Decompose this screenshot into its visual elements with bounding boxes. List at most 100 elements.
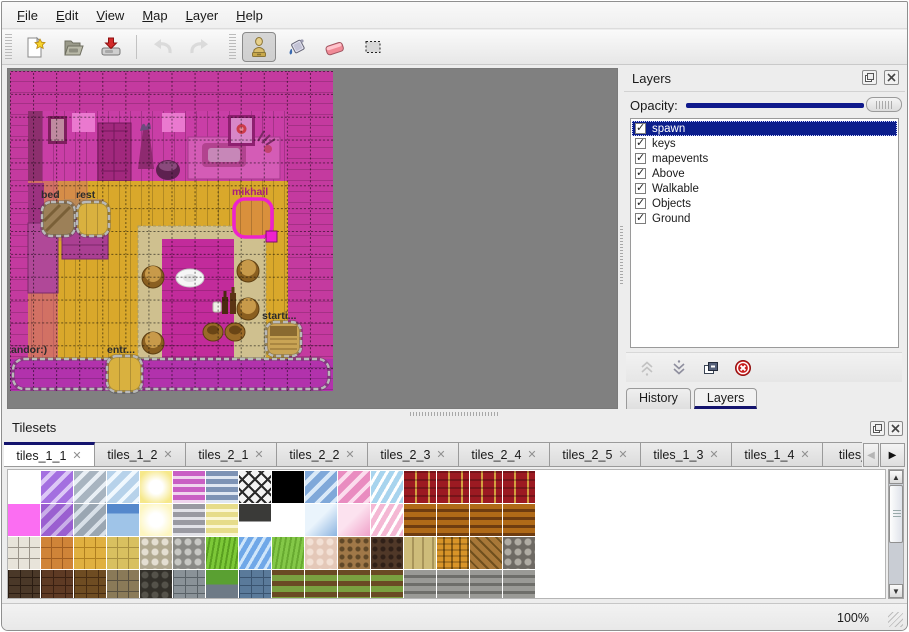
tileset-tile[interactable] [305,570,337,599]
tileset-tab[interactable]: tiles_1_ ✕ [823,442,862,467]
tileset-tile[interactable] [404,537,436,569]
tileset-tile[interactable] [272,570,304,599]
layer-visibility-checkbox[interactable]: ✓ [635,213,646,224]
bucket-fill-button[interactable] [280,32,314,62]
tileset-tab[interactable]: tiles_1_1 ✕ [4,442,95,467]
tileset-tile[interactable] [206,504,238,536]
tileset-tab[interactable]: tiles_2_4 ✕ [459,442,550,467]
save-map-button[interactable] [94,32,128,62]
object-resize-handle[interactable] [266,231,277,242]
tileset-tile[interactable] [206,570,238,599]
tileset-tile[interactable] [8,570,40,599]
layer-row[interactable]: ✓ Above [632,166,897,181]
tab-scroll-right-icon[interactable]: ▶ [880,443,905,467]
map-object-bed[interactable] [42,202,75,236]
map-object-starti[interactable] [266,322,301,356]
tileset-tile[interactable] [8,504,40,536]
map-viewport[interactable]: bed rest mikhail starti... entr... andor… [7,68,618,409]
tileset-tile[interactable] [437,504,469,536]
horizontal-splitter[interactable] [2,410,908,416]
tileset-tile[interactable] [107,570,139,599]
tileset-tile[interactable] [140,537,172,569]
tileset-tile[interactable] [41,471,73,503]
toolbar-grip-2[interactable] [229,34,236,60]
tileset-tile[interactable] [470,537,502,569]
eraser-button[interactable] [318,32,352,62]
tab-close-icon[interactable]: ✕ [800,448,809,461]
tileset-tile[interactable] [173,471,205,503]
new-map-button[interactable] [18,32,52,62]
tileset-tile[interactable] [206,537,238,569]
tileset-tile[interactable] [404,471,436,503]
duplicate-layer-button[interactable] [696,355,726,381]
tileset-tile[interactable] [470,504,502,536]
tileset-tile[interactable] [239,471,271,503]
tileset-tile[interactable] [74,471,106,503]
tileset-tile[interactable] [437,471,469,503]
tileset-tile[interactable] [338,471,370,503]
tab-close-icon[interactable]: ✕ [436,448,445,461]
tileset-tile[interactable] [8,537,40,569]
map-object-mikhail-selected[interactable] [234,199,277,242]
tileset-tab[interactable]: tiles_1_2 ✕ [95,442,186,467]
tileset-tile[interactable] [107,537,139,569]
tileset-tile[interactable] [437,570,469,599]
layer-visibility-checkbox[interactable]: ✓ [635,198,646,209]
tab-close-icon[interactable]: ✕ [527,448,536,461]
tileset-tile[interactable] [404,570,436,599]
tileset-tile[interactable] [305,471,337,503]
layer-row[interactable]: ✓ Objects [632,196,897,211]
tileset-tab[interactable]: tiles_2_3 ✕ [368,442,459,467]
tileset-tile[interactable] [371,570,403,599]
tileset-tile[interactable] [173,570,205,599]
window-resize-grip[interactable] [888,612,903,627]
tab-close-icon[interactable]: ✕ [709,448,718,461]
layer-row[interactable]: ✓ Ground [632,211,897,226]
map-object-entr[interactable] [107,356,142,392]
tileset-tile[interactable] [338,570,370,599]
tab-history[interactable]: History [626,388,691,409]
tileset-tile[interactable] [8,471,40,503]
tab-close-icon[interactable]: ✕ [72,449,81,462]
tileset-tile[interactable] [140,570,172,599]
layer-row[interactable]: ✓ keys [632,136,897,151]
opacity-slider-handle[interactable] [866,97,902,112]
delete-layer-button[interactable] [728,355,758,381]
scroll-down-icon[interactable]: ▼ [889,584,903,598]
menu-layer[interactable]: Layer [177,4,228,27]
tileset-tile[interactable] [338,504,370,536]
tab-layers[interactable]: Layers [694,388,758,409]
tileset-tile[interactable] [272,504,304,536]
tab-scroll-left-icon[interactable]: ◀ [863,443,879,467]
tileset-tile[interactable] [272,537,304,569]
stamp-brush-button[interactable] [242,32,276,62]
tileset-tile[interactable] [74,537,106,569]
tileset-tile[interactable] [470,570,502,599]
map-canvas[interactable]: bed rest mikhail starti... entr... andor… [8,69,617,408]
tileset-scrollbar[interactable]: ▲ ▼ [888,469,904,599]
tileset-tile[interactable] [503,570,535,599]
layer-visibility-checkbox[interactable]: ✓ [635,183,646,194]
layer-row[interactable]: ✓ Walkable [632,181,897,196]
tileset-tab[interactable]: tiles_1_3 ✕ [641,442,732,467]
layer-visibility-checkbox[interactable]: ✓ [635,123,646,134]
tileset-tile[interactable] [239,537,271,569]
tileset-tile[interactable] [371,537,403,569]
tileset-tile[interactable] [272,471,304,503]
close-panel-icon[interactable] [884,70,899,85]
tab-close-icon[interactable]: ✕ [163,448,172,461]
tileset-tile[interactable] [470,471,502,503]
tileset-tile[interactable] [305,504,337,536]
tileset-tile[interactable] [41,537,73,569]
tileset-tile[interactable] [41,504,73,536]
layer-visibility-checkbox[interactable]: ✓ [635,153,646,164]
map-object-rest[interactable] [77,202,109,236]
tab-close-icon[interactable]: ✕ [345,448,354,461]
tab-close-icon[interactable]: ✕ [618,448,627,461]
float-panel-icon[interactable] [870,421,885,436]
rectangular-select-button[interactable] [356,32,390,62]
tileset-tile[interactable] [404,504,436,536]
tileset-tab[interactable]: tiles_2_5 ✕ [550,442,641,467]
layer-list[interactable]: ✓ spawn ✓ keys ✓ mapevents ✓ Above [630,118,899,348]
redo-button[interactable] [183,32,217,62]
